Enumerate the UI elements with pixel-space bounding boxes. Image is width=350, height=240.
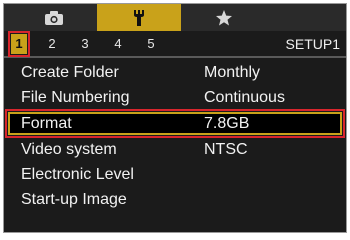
settings-menu: Create Folder Monthly File Numbering Con… — [4, 60, 346, 212]
menu-item-value: 7.8GB — [204, 115, 250, 132]
page-2[interactable]: 2 — [44, 35, 60, 53]
page-4[interactable]: 4 — [110, 35, 126, 53]
menu-item-value: NTSC — [204, 141, 248, 158]
star-icon — [216, 9, 232, 25]
menu-tab-bar — [4, 4, 346, 31]
menu-item-value: Monthly — [204, 64, 261, 81]
page-5[interactable]: 5 — [143, 35, 159, 53]
page-title: SETUP1 — [285, 36, 340, 52]
tab-setup[interactable] — [97, 4, 181, 31]
menu-item-label: Format — [21, 115, 72, 132]
menu-item-label: Create Folder — [21, 64, 119, 81]
menu-item-label: Electronic Level — [21, 166, 134, 183]
menu-item-electronic-level[interactable]: Electronic Level — [4, 162, 346, 187]
camera-menu-screen: 1 2 3 4 5 SETUP1 Create Folder Monthly F… — [3, 3, 347, 233]
page-1[interactable]: 1 — [8, 31, 30, 57]
menu-item-label: Start-up Image — [21, 191, 127, 208]
tab-my-menu[interactable] — [182, 4, 266, 31]
menu-item-start-up-image[interactable]: Start-up Image — [4, 187, 346, 212]
page-3[interactable]: 3 — [77, 35, 93, 53]
menu-item-format[interactable]: Format 7.8GB — [5, 109, 345, 138]
page-selector-bar: 1 2 3 4 5 SETUP1 — [4, 31, 346, 58]
wrench-icon — [134, 9, 144, 26]
menu-item-value: Continuous — [204, 89, 285, 106]
tab-shooting[interactable] — [12, 4, 96, 31]
menu-item-file-numbering[interactable]: File Numbering Continuous — [4, 85, 346, 110]
menu-item-label: File Numbering — [21, 89, 130, 106]
menu-item-video-system[interactable]: Video system NTSC — [4, 137, 346, 162]
menu-item-label: Video system — [21, 141, 117, 158]
camera-icon — [45, 10, 63, 25]
menu-item-create-folder[interactable]: Create Folder Monthly — [4, 60, 346, 85]
